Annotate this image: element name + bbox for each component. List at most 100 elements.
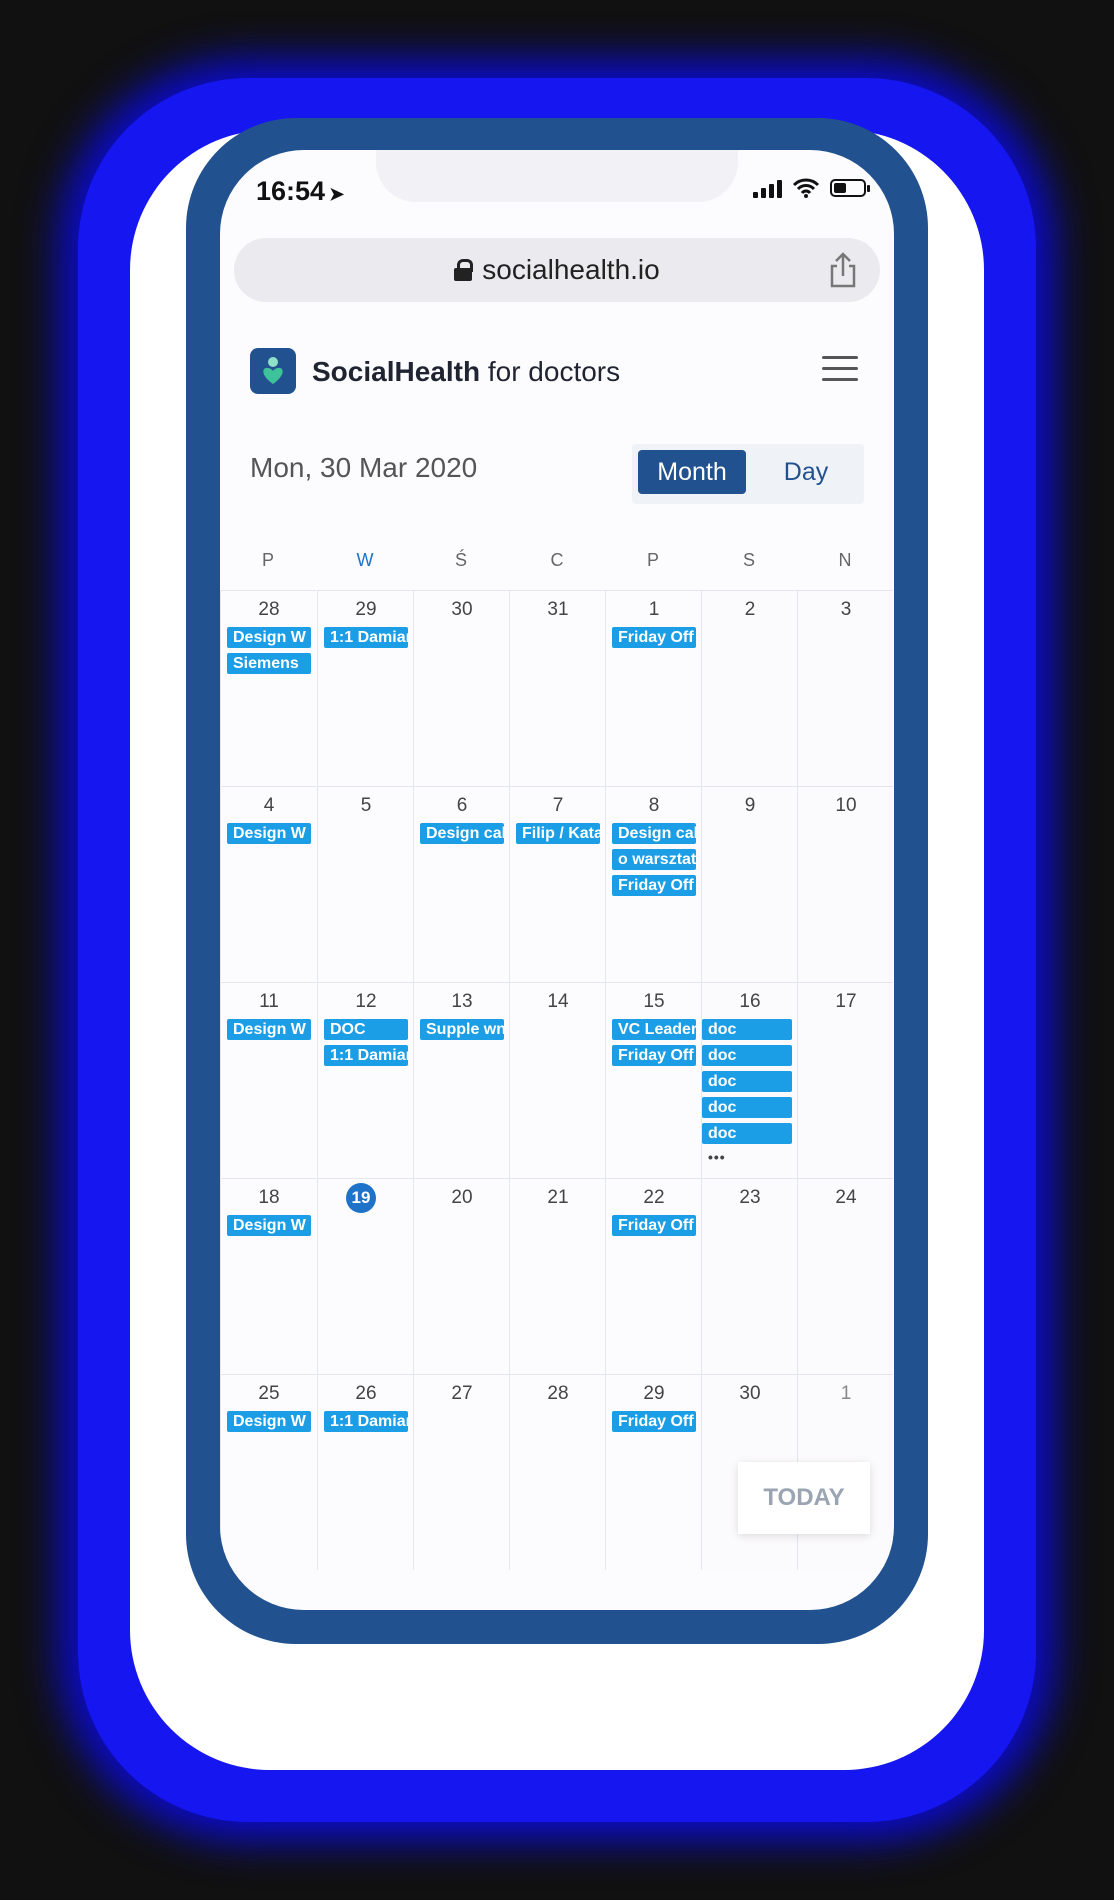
- day-cell[interactable]: 28: [509, 1374, 605, 1570]
- day-number: 29: [355, 599, 377, 620]
- calendar-event[interactable]: Friday Off: [612, 1045, 696, 1066]
- day-cell[interactable]: 28 Design W Siemens: [220, 590, 316, 786]
- day-number: 7: [552, 795, 564, 816]
- day-number: 10: [835, 795, 857, 816]
- calendar-event[interactable]: VC Leader: [612, 1019, 696, 1040]
- day-cell[interactable]: 8 Design cal o warsztat Friday Off: [605, 786, 701, 982]
- day-cell[interactable]: 23: [701, 1178, 797, 1374]
- day-number: 9: [744, 795, 756, 816]
- day-number: 14: [547, 991, 569, 1012]
- hamburger-menu-icon[interactable]: [822, 356, 858, 384]
- day-number: 30: [451, 599, 473, 620]
- day-cell[interactable]: 31: [509, 590, 605, 786]
- day-cell[interactable]: 22 Friday Off: [605, 1178, 701, 1374]
- calendar-event[interactable]: 1:1 Damian: [324, 1045, 408, 1066]
- day-cell[interactable]: 5: [317, 786, 413, 982]
- day-number: 3: [840, 599, 852, 620]
- day-number: 16: [739, 991, 761, 1012]
- day-cell[interactable]: 15 VC Leader Friday Off: [605, 982, 701, 1178]
- day-number: 8: [648, 795, 660, 816]
- lock-icon: [454, 259, 474, 281]
- weekday-label: Ś: [454, 550, 467, 570]
- day-cell[interactable]: 19: [317, 1178, 413, 1374]
- calendar-event[interactable]: doc: [702, 1045, 792, 1066]
- day-cell[interactable]: 30: [413, 590, 509, 786]
- brand-name[interactable]: SocialHealth for doctors: [312, 356, 620, 388]
- day-cell[interactable]: 26 1:1 Damian: [317, 1374, 413, 1570]
- calendar-event[interactable]: 1:1 Damian: [324, 627, 408, 648]
- calendar-event[interactable]: Design W: [227, 823, 311, 844]
- calendar-event[interactable]: Design W: [227, 1411, 311, 1432]
- day-cell[interactable]: 13 Supple wn: [413, 982, 509, 1178]
- calendar-event[interactable]: Design cal: [612, 823, 696, 844]
- calendar-event[interactable]: doc: [702, 1019, 792, 1040]
- weekday-label: W: [356, 550, 374, 570]
- address-bar[interactable]: socialhealth.io: [234, 238, 880, 302]
- day-cell[interactable]: 17: [797, 982, 893, 1178]
- day-cell[interactable]: 4 Design W: [220, 786, 316, 982]
- calendar-event[interactable]: Filip / Kata: [516, 823, 600, 844]
- view-toggle: Month Day: [632, 444, 864, 504]
- day-cell[interactable]: 29 1:1 Damian: [317, 590, 413, 786]
- day-cell[interactable]: 21: [509, 1178, 605, 1374]
- current-date: Mon, 30 Mar 2020: [250, 452, 478, 483]
- day-cell[interactable]: 18 Design W: [220, 1178, 316, 1374]
- day-number: 26: [355, 1383, 377, 1404]
- day-cell[interactable]: 1 Friday Off: [605, 590, 701, 786]
- day-number: 23: [739, 1187, 761, 1208]
- today-button[interactable]: TODAY: [738, 1462, 870, 1534]
- calendar-event[interactable]: Design W: [227, 1215, 311, 1236]
- day-cell[interactable]: 10: [797, 786, 893, 982]
- day-cell[interactable]: 25 Design W: [220, 1374, 316, 1570]
- calendar-event[interactable]: Friday Off: [612, 1411, 696, 1432]
- day-cell[interactable]: 24: [797, 1178, 893, 1374]
- day-number: 18: [258, 1187, 280, 1208]
- socialhealth-logo[interactable]: [250, 348, 296, 394]
- day-cell[interactable]: 29 Friday Off: [605, 1374, 701, 1570]
- calendar-event[interactable]: Supple wn: [420, 1019, 504, 1040]
- day-number: 28: [547, 1383, 569, 1404]
- calendar-event[interactable]: Design W: [227, 1019, 311, 1040]
- day-cell[interactable]: 16 doc doc doc doc doc •••: [701, 982, 797, 1178]
- more-events-indicator[interactable]: •••: [708, 1149, 726, 1165]
- day-cell[interactable]: 11 Design W: [220, 982, 316, 1178]
- status-icons: [753, 178, 870, 198]
- url-text: socialhealth.io: [482, 254, 660, 285]
- day-cell[interactable]: 9: [701, 786, 797, 982]
- calendar-event[interactable]: doc: [702, 1071, 792, 1092]
- day-cell[interactable]: 3: [797, 590, 893, 786]
- calendar-event[interactable]: Friday Off: [612, 875, 696, 896]
- day-number: 25: [258, 1383, 280, 1404]
- calendar-event[interactable]: doc: [702, 1123, 792, 1144]
- day-cell[interactable]: 2: [701, 590, 797, 786]
- calendar-event[interactable]: 1:1 Damian: [324, 1411, 408, 1432]
- day-cell[interactable]: 14: [509, 982, 605, 1178]
- calendar-event[interactable]: Design W: [227, 627, 311, 648]
- day-number: 5: [360, 795, 372, 816]
- day-number: 29: [643, 1383, 665, 1404]
- day-cell[interactable]: 12 DOC 1:1 Damian: [317, 982, 413, 1178]
- day-number: 17: [835, 991, 857, 1012]
- calendar-event[interactable]: Siemens: [227, 653, 311, 674]
- day-number: 31: [547, 599, 569, 620]
- day-view-button[interactable]: Day: [752, 450, 860, 494]
- day-number: 21: [547, 1187, 569, 1208]
- calendar-event[interactable]: Design cal: [420, 823, 504, 844]
- share-icon[interactable]: [828, 252, 858, 288]
- day-cell[interactable]: 7 Filip / Kata: [509, 786, 605, 982]
- day-cell[interactable]: 20: [413, 1178, 509, 1374]
- calendar-event[interactable]: doc: [702, 1097, 792, 1118]
- calendar-event[interactable]: Friday Off: [612, 1215, 696, 1236]
- calendar-event[interactable]: DOC: [324, 1019, 408, 1040]
- day-number: 1: [648, 599, 660, 620]
- day-cell[interactable]: 27: [413, 1374, 509, 1570]
- calendar-event[interactable]: o warsztat: [612, 849, 696, 870]
- notch: [376, 150, 738, 202]
- month-view-button[interactable]: Month: [638, 450, 746, 494]
- calendar-event[interactable]: Friday Off: [612, 627, 696, 648]
- weekday-label: S: [742, 550, 755, 570]
- day-number: 13: [451, 991, 473, 1012]
- day-cell[interactable]: 6 Design cal: [413, 786, 509, 982]
- phone-screen: 16:54 ➤ socialhealth.io SocialHealth for…: [220, 150, 894, 1610]
- battery-level: [834, 183, 846, 193]
